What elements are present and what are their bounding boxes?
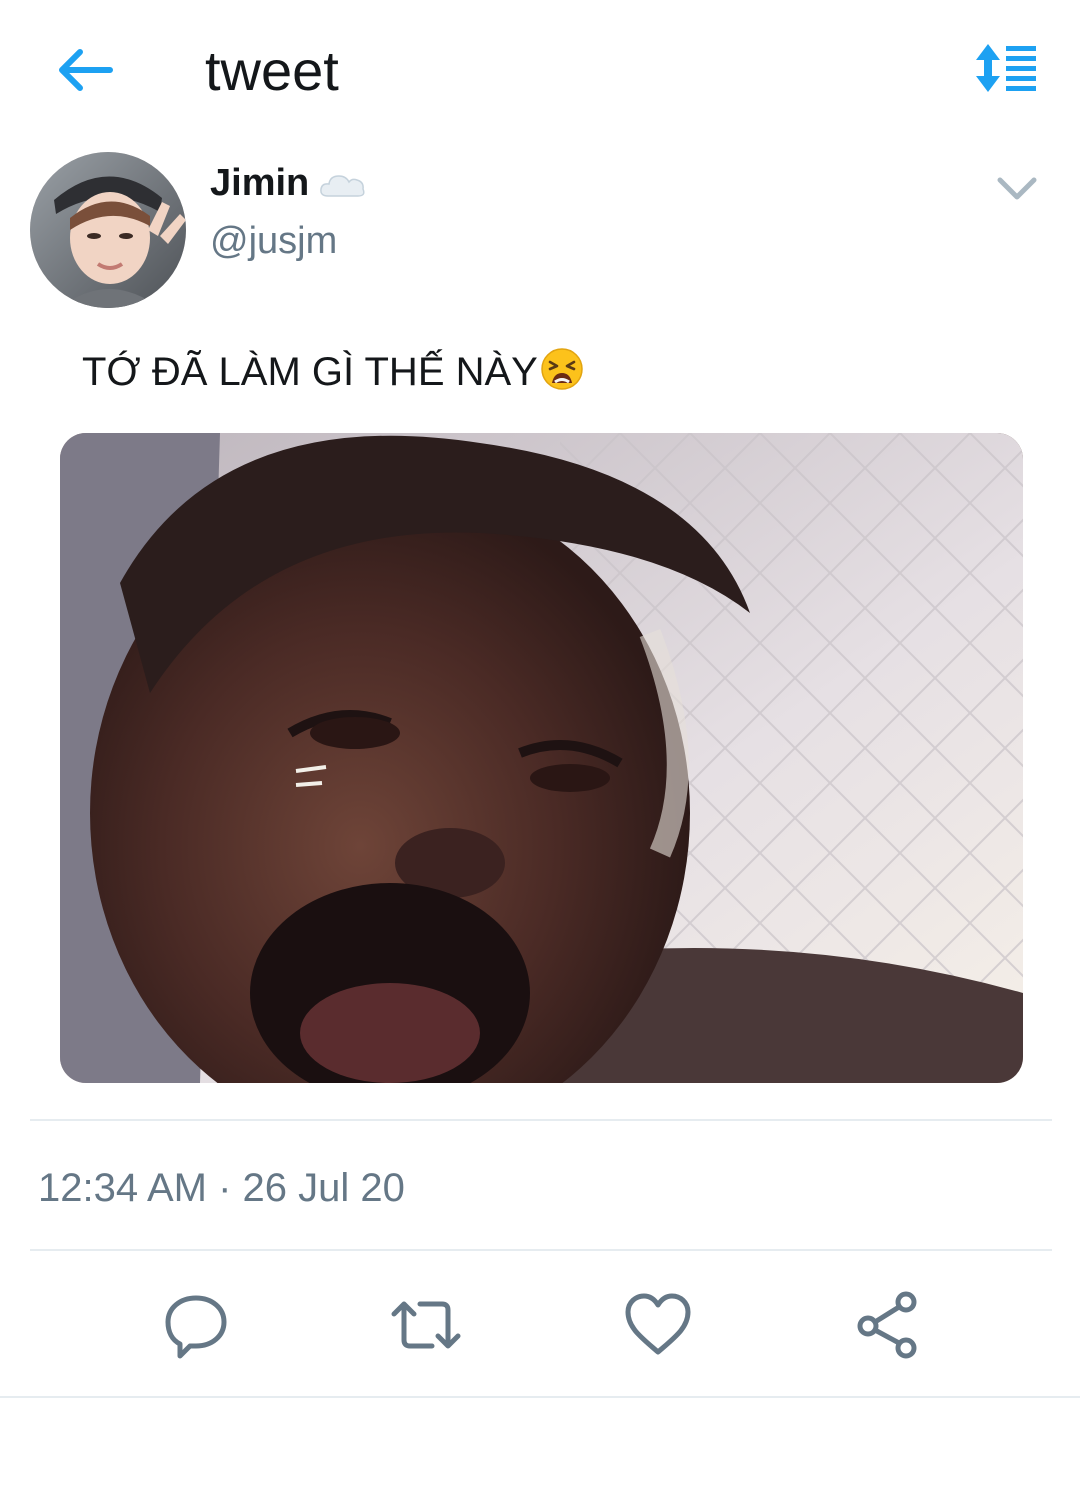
reply-button[interactable] [160, 1290, 232, 1360]
avatar-photo [30, 152, 186, 308]
retweet-icon [391, 1301, 461, 1349]
tweet-text: TỚ ĐÃ LÀM GÌ THẾ NÀY [82, 346, 584, 404]
back-button[interactable] [52, 40, 116, 100]
cloud-icon [318, 168, 368, 200]
arrow-left-icon [59, 49, 113, 91]
divider [0, 1396, 1080, 1398]
user-handle[interactable]: @jusjm [210, 218, 337, 264]
tweet-text-body: TỚ ĐÃ LÀM GÌ THẾ NÀY [82, 350, 538, 394]
top-bar: tweet [0, 0, 1080, 140]
sort-button[interactable] [968, 40, 1040, 96]
share-icon [857, 1291, 917, 1359]
reply-icon [165, 1295, 227, 1359]
tired-face-emoji-icon [540, 347, 584, 404]
divider [30, 1119, 1052, 1121]
sort-timeline-icon [976, 44, 1036, 92]
chevron-down-icon [997, 177, 1037, 200]
page-title: tweet [205, 39, 339, 102]
retweet-button[interactable] [388, 1290, 461, 1360]
tweet-timestamp: 12:34 AM · 26 Jul 20 [38, 1166, 405, 1210]
heart-icon [625, 1293, 691, 1355]
tweet-photo[interactable] [60, 433, 1023, 1083]
like-button[interactable] [622, 1290, 694, 1360]
share-button[interactable] [852, 1290, 924, 1360]
avatar[interactable] [30, 152, 186, 308]
divider [30, 1249, 1052, 1251]
display-name[interactable]: Jimin [210, 160, 309, 206]
tweet-menu-button[interactable] [994, 170, 1040, 206]
photo [60, 433, 1023, 1083]
